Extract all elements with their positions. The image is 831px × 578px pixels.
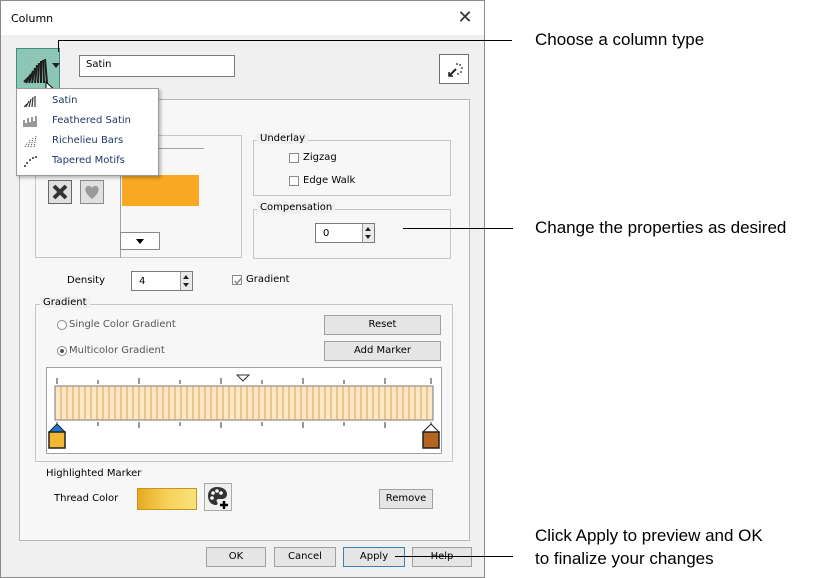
edge-walk-checkbox[interactable] bbox=[289, 176, 299, 186]
callout-line bbox=[58, 40, 512, 41]
feathered-satin-icon bbox=[23, 116, 37, 127]
thread-color-label: Thread Color bbox=[54, 493, 119, 504]
compensation-spinner[interactable]: 0 bbox=[315, 223, 375, 243]
satin-icon bbox=[23, 96, 36, 108]
density-value: 4 bbox=[139, 276, 146, 287]
compensation-value: 0 bbox=[323, 228, 330, 239]
gradient-ruler bbox=[47, 374, 441, 449]
callout-line bbox=[395, 556, 513, 557]
dialog-title: Column bbox=[11, 12, 54, 25]
remove-button[interactable]: Remove bbox=[379, 489, 433, 509]
callout-line bbox=[58, 40, 59, 52]
menu-item-feathered-satin[interactable]: Feathered Satin bbox=[17, 111, 158, 131]
gradient-editor[interactable] bbox=[46, 367, 442, 454]
column-dialog: Column ✕ Satin Underlay Zigzag Edge Walk… bbox=[0, 0, 485, 578]
annotation-apply-line2: to finalize your changes bbox=[535, 549, 714, 568]
remove-color-button[interactable] bbox=[48, 180, 72, 204]
annotation-apply-line1: Click Apply to preview and OK bbox=[535, 526, 763, 545]
color-swatch bbox=[122, 175, 199, 206]
zigzag-checkbox[interactable] bbox=[289, 153, 299, 163]
gradient-checkbox-label: Gradient bbox=[246, 274, 290, 285]
callout-line bbox=[403, 228, 513, 229]
multicolor-radio[interactable] bbox=[57, 346, 67, 356]
expand-button[interactable] bbox=[120, 232, 160, 250]
annotation-properties: Change the properties as desired bbox=[535, 218, 787, 237]
density-label: Density bbox=[67, 275, 106, 286]
gradient-legend: Gradient bbox=[40, 297, 90, 308]
menu-item-satin[interactable]: Satin bbox=[17, 91, 158, 111]
palette-add-icon bbox=[208, 487, 228, 509]
column-name-field[interactable]: Satin bbox=[79, 55, 235, 77]
help-button[interactable]: Help bbox=[412, 547, 472, 567]
color-palette-button[interactable] bbox=[204, 483, 232, 511]
cancel-button[interactable]: Cancel bbox=[274, 547, 336, 567]
edge-walk-label: Edge Walk bbox=[303, 175, 356, 186]
compensation-legend: Compensation bbox=[257, 202, 336, 213]
density-spinner[interactable]: 4 bbox=[131, 271, 193, 291]
thread-color-swatch[interactable] bbox=[137, 488, 197, 510]
richelieu-bars-icon bbox=[24, 135, 37, 148]
column-type-menu: Satin Feathered Satin Richelieu Bars Tap… bbox=[16, 88, 159, 176]
right-gradient-marker bbox=[421, 423, 441, 449]
underlay-group bbox=[253, 140, 451, 196]
menu-item-label: Tapered Motifs bbox=[52, 155, 125, 166]
heart-icon bbox=[85, 185, 99, 199]
ok-button[interactable]: OK bbox=[206, 547, 266, 567]
menu-item-richelieu-bars[interactable]: Richelieu Bars bbox=[17, 131, 158, 151]
column-preview-icon bbox=[448, 63, 463, 77]
corner-action-button[interactable] bbox=[439, 54, 469, 84]
single-color-label: Single Color Gradient bbox=[69, 319, 176, 330]
close-icon[interactable]: ✕ bbox=[452, 5, 478, 31]
highlighted-marker-title: Highlighted Marker bbox=[46, 468, 142, 479]
left-gradient-marker bbox=[47, 423, 67, 449]
gradient-checkbox[interactable] bbox=[232, 275, 243, 285]
tapered-motifs-icon bbox=[24, 156, 37, 167]
title-bar: Column ✕ bbox=[1, 1, 484, 35]
chevron-down-icon bbox=[52, 63, 60, 68]
spinner-arrows-icon[interactable] bbox=[362, 224, 374, 242]
underlay-legend: Underlay bbox=[257, 133, 309, 144]
favorite-color-button[interactable] bbox=[80, 180, 104, 204]
menu-item-label: Satin bbox=[52, 95, 78, 106]
menu-item-label: Feathered Satin bbox=[52, 115, 131, 126]
check-icon bbox=[233, 277, 243, 285]
menu-item-label: Richelieu Bars bbox=[52, 135, 124, 146]
spinner-arrows-icon[interactable] bbox=[180, 272, 192, 290]
reset-button[interactable]: Reset bbox=[324, 315, 441, 335]
x-icon bbox=[52, 184, 68, 200]
annotation-type: Choose a column type bbox=[535, 30, 705, 49]
add-marker-button[interactable]: Add Marker bbox=[324, 341, 441, 361]
menu-item-tapered-motifs[interactable]: Tapered Motifs bbox=[17, 151, 158, 171]
zigzag-label: Zigzag bbox=[303, 152, 337, 163]
chevron-down-icon bbox=[136, 239, 144, 244]
single-color-radio[interactable] bbox=[57, 320, 67, 330]
multicolor-label: Multicolor Gradient bbox=[69, 345, 165, 356]
apply-button[interactable]: Apply bbox=[343, 547, 405, 567]
